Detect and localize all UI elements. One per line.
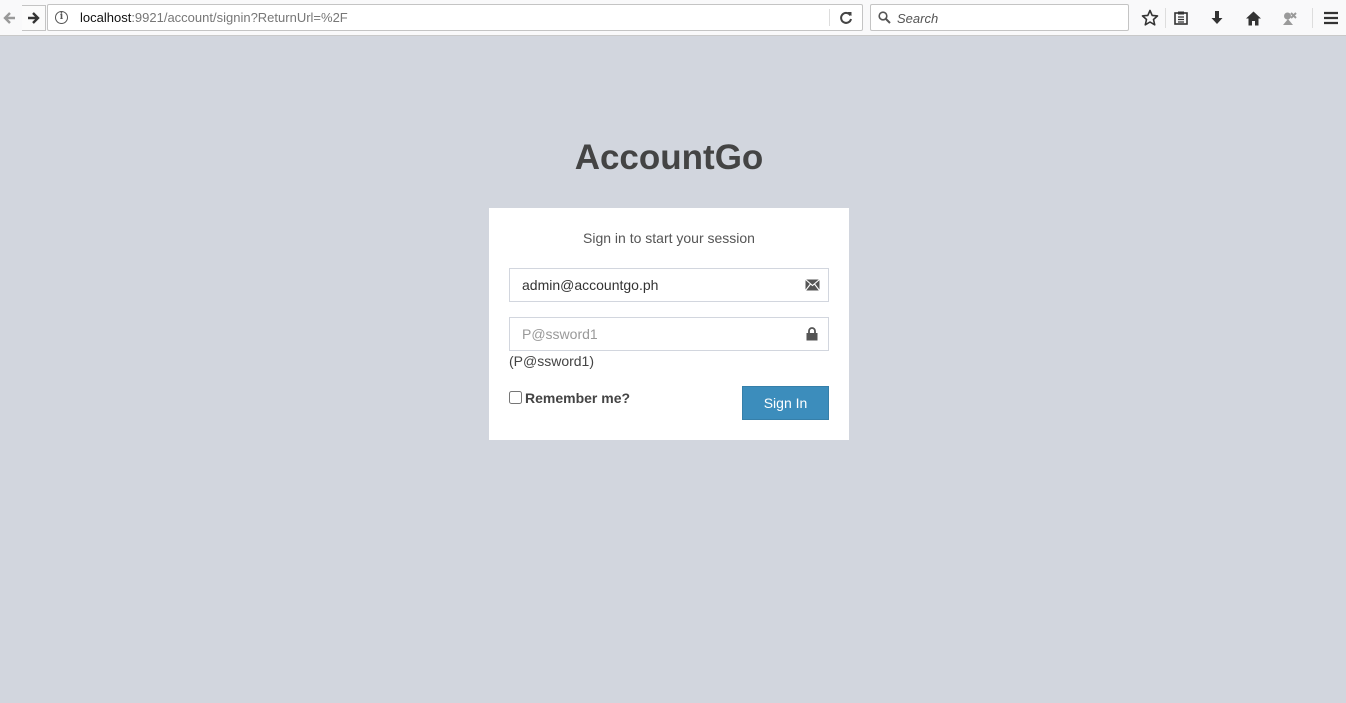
password-hint: (P@ssword1) <box>509 353 595 369</box>
back-button[interactable] <box>0 5 18 31</box>
envelope-icon <box>804 277 820 293</box>
login-message: Sign in to start your session <box>583 230 755 246</box>
download-icon <box>1211 11 1223 24</box>
remember-me[interactable]: Remember me? <box>509 389 630 406</box>
search-bar[interactable] <box>870 4 1129 31</box>
search-icon <box>878 11 891 24</box>
home-icon <box>1245 11 1261 25</box>
star-icon <box>1141 9 1159 26</box>
toolbar-divider <box>1312 8 1313 28</box>
url-host: localhost <box>80 10 132 25</box>
app-logo[interactable]: AccountGo <box>489 138 849 178</box>
url-text[interactable]: localhost:9921/account/signin?ReturnUrl=… <box>80 10 348 25</box>
menu-button[interactable] <box>1320 7 1342 29</box>
extension-icon <box>1282 11 1297 25</box>
info-icon[interactable]: i <box>55 11 68 24</box>
sign-in-button[interactable]: Sign In <box>742 386 829 420</box>
password-input[interactable] <box>510 318 796 350</box>
arrow-right-icon <box>27 12 40 24</box>
hamburger-icon <box>1324 11 1338 25</box>
remember-label[interactable]: Remember me? <box>525 390 630 406</box>
downloads-button[interactable] <box>1206 7 1228 29</box>
email-field <box>509 268 829 302</box>
arrow-left-icon <box>3 12 15 24</box>
clipboard-icon <box>1174 11 1188 25</box>
password-field <box>509 317 829 351</box>
lock-icon <box>804 326 820 342</box>
url-bar[interactable]: i localhost:9921/account/signin?ReturnUr… <box>47 4 863 31</box>
login-box: Sign in to start your session (P@ssword1… <box>489 208 849 440</box>
reading-list-button[interactable] <box>1170 7 1192 29</box>
url-path: :9921/account/signin?ReturnUrl=%2F <box>131 10 348 25</box>
pocket-button[interactable] <box>1278 7 1300 29</box>
toolbar-divider <box>1165 8 1166 28</box>
reload-button[interactable] <box>836 9 856 27</box>
bookmark-button[interactable] <box>1139 7 1161 29</box>
home-button[interactable] <box>1242 7 1264 29</box>
url-separator <box>829 9 830 26</box>
forward-button[interactable] <box>22 5 46 31</box>
browser-toolbar: i localhost:9921/account/signin?ReturnUr… <box>0 0 1346 36</box>
reload-icon <box>840 11 852 24</box>
email-input[interactable] <box>510 269 796 301</box>
search-input[interactable] <box>897 9 1122 27</box>
remember-checkbox[interactable] <box>509 390 522 404</box>
